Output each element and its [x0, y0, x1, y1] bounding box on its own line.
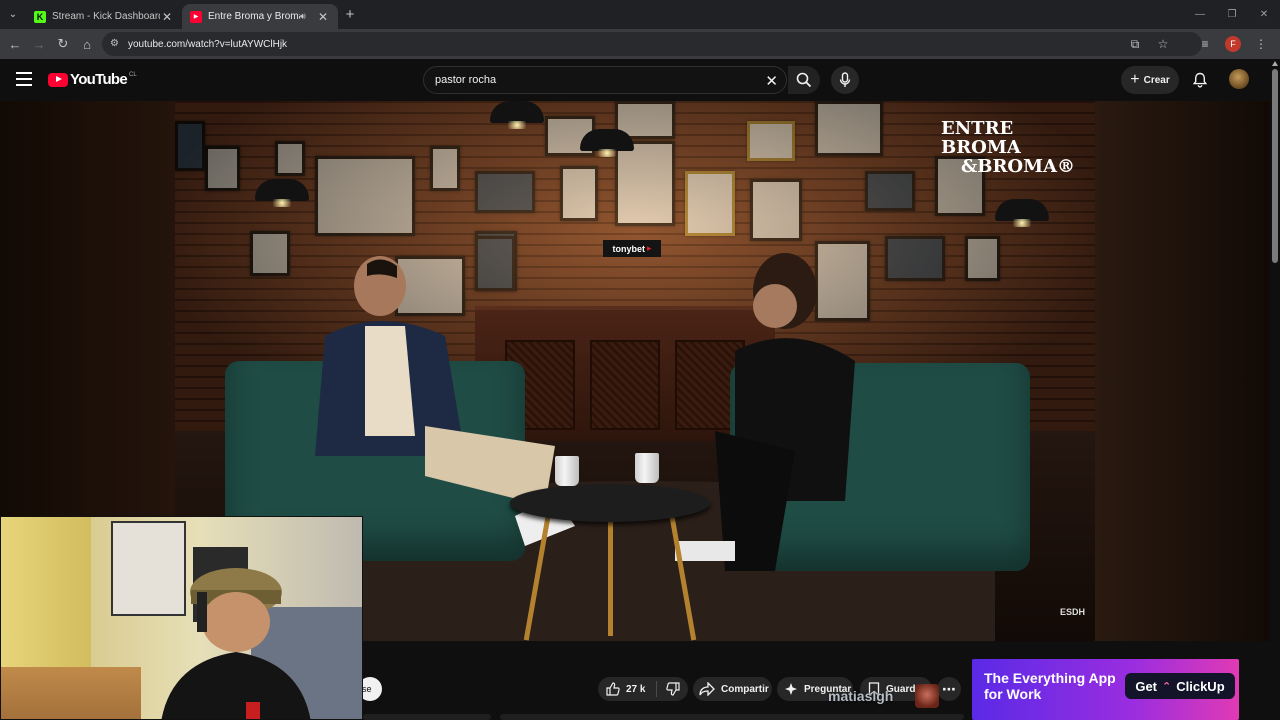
search-icon: [796, 72, 812, 88]
notifications-bell-icon[interactable]: [1190, 70, 1210, 90]
page-scrollbar[interactable]: [1270, 59, 1280, 720]
youtube-logo[interactable]: YouTube CL: [48, 71, 137, 88]
install-app-icon[interactable]: ⧉: [1124, 32, 1146, 56]
tab-kick-dashboard[interactable]: K Stream - Kick Dashboard ✕: [26, 4, 182, 29]
scroll-up-arrow-icon[interactable]: [1272, 61, 1278, 66]
share-arrow-icon: [699, 682, 715, 696]
browser-tab-strip: ⌄ K Stream - Kick Dashboard ✕ ▶ Entre Br…: [0, 0, 1280, 29]
tab-close-icon[interactable]: ✕: [160, 10, 174, 24]
tab-search-chevron-icon[interactable]: ⌄: [0, 0, 26, 29]
microphone-icon: [839, 72, 851, 87]
clear-search-icon[interactable]: ✕: [765, 72, 778, 90]
webcam-floor: [1, 667, 141, 719]
mug: [555, 456, 579, 486]
toolbar-extensions: ⧉ ☆ ≡ F ⋮: [1124, 32, 1272, 56]
youtube-play-icon: [48, 72, 68, 87]
pendant-lamp: [580, 129, 634, 157]
streamer-person: [161, 568, 311, 719]
plus-icon: +: [1130, 71, 1140, 88]
pendant-lamp: [490, 101, 544, 129]
create-button[interactable]: + Crear: [1121, 66, 1179, 94]
scrollbar-thumb[interactable]: [1272, 69, 1278, 263]
search-input[interactable]: [435, 74, 735, 86]
home-icon[interactable]: ⌂: [75, 32, 99, 56]
tab-youtube-video[interactable]: ▶ Entre Broma y Broma | Past 🔊︎ ✕: [182, 4, 338, 29]
search-button[interactable]: [788, 66, 820, 94]
voice-search-button[interactable]: [831, 66, 859, 94]
hamburger-menu-icon[interactable]: [16, 72, 32, 86]
clickup-ad-banner[interactable]: The Everything App for Work Get ⌃ ClickU…: [972, 659, 1239, 720]
coffee-table: [510, 484, 710, 522]
create-label: Crear: [1143, 74, 1170, 86]
bookmark-star-icon[interactable]: ☆: [1152, 32, 1174, 56]
tab-close-icon[interactable]: ✕: [316, 10, 330, 24]
youtube-header: YouTube CL ✕ + Crear: [0, 59, 1270, 101]
speaker-icon[interactable]: 🔊︎: [300, 11, 312, 22]
logo-text: YouTube: [70, 71, 128, 88]
close-window-icon[interactable]: ✕: [1248, 0, 1280, 29]
host-right-person: [675, 253, 855, 571]
thumbs-up-icon: [606, 682, 620, 696]
stream-overlay-emote: [915, 684, 939, 708]
share-button[interactable]: Compartir: [693, 677, 772, 701]
account-avatar[interactable]: [1229, 69, 1249, 89]
youtube-favicon-icon: ▶: [190, 10, 202, 23]
sponsor-sign: tonybet ▸: [603, 240, 661, 257]
kick-favicon-icon: K: [34, 10, 46, 23]
country-code: CL: [129, 71, 137, 78]
tab-title: Stream - Kick Dashboard: [52, 11, 160, 22]
mug: [635, 453, 659, 483]
restore-icon[interactable]: ❐: [1216, 0, 1248, 29]
reload-icon[interactable]: ↻: [51, 32, 75, 56]
tab-title: Entre Broma y Broma | Past: [208, 11, 300, 22]
site-info-icon[interactable]: ⚙︎: [110, 38, 122, 50]
new-tab-button[interactable]: +: [338, 6, 362, 23]
ad-headline: The Everything App for Work: [984, 670, 1116, 702]
like-count: 27 k: [626, 683, 646, 695]
browser-toolbar: ← → ↻ ⌂ ⚙︎ youtube.com/watch?v=lutAYWClH…: [0, 29, 1280, 59]
sparkle-icon: [785, 683, 797, 695]
forward-arrow-icon[interactable]: →: [27, 32, 51, 56]
back-arrow-icon[interactable]: ←: [3, 32, 27, 56]
address-bar[interactable]: ⚙︎ youtube.com/watch?v=lutAYWClHjk: [102, 32, 1202, 56]
pendant-lamp: [255, 179, 309, 207]
pendant-lamp: [995, 199, 1049, 227]
minimize-icon[interactable]: —: [1184, 0, 1216, 29]
more-actions-button[interactable]: ⋯: [937, 677, 961, 701]
reading-list-icon[interactable]: ≡: [1194, 32, 1216, 56]
streamer-webcam-overlay: [0, 516, 363, 720]
url-text: youtube.com/watch?v=lutAYWClHjk: [128, 38, 288, 50]
table-leg: [608, 516, 613, 636]
clickup-logo-icon: ⌃: [1162, 680, 1172, 693]
like-dislike-group: 27 k: [598, 677, 688, 701]
search-box[interactable]: ✕: [423, 66, 787, 94]
like-button[interactable]: 27 k: [598, 682, 656, 696]
corner-watermark: ESDH: [1059, 607, 1085, 617]
show-logo: ENTRE BROMA &BROMA®: [941, 118, 1075, 177]
window-controls: — ❐ ✕: [1184, 0, 1280, 29]
thumbs-down-icon: [665, 682, 680, 696]
ad-cta-button[interactable]: Get ⌃ ClickUp: [1125, 673, 1235, 699]
browser-menu-icon[interactable]: ⋮: [1250, 32, 1272, 56]
dislike-button[interactable]: [657, 682, 688, 696]
ambient-glow-right: [1095, 101, 1270, 641]
stream-overlay-username: matiaslgh: [828, 688, 894, 704]
profile-avatar[interactable]: F: [1222, 32, 1244, 56]
